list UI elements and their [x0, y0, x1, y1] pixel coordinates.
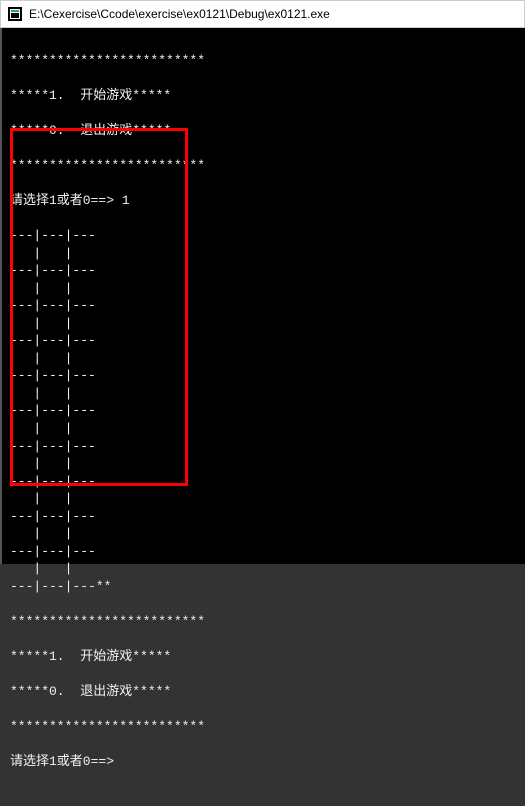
- game-board: ---|---|--- | | ---|---|--- | | ---|---|…: [10, 227, 517, 595]
- board-sep: ---|---|---: [10, 332, 517, 350]
- board-sep: ---|---|---: [10, 402, 517, 420]
- board-cell-row: | |: [10, 490, 517, 508]
- menu-border-top-2: *************************: [10, 613, 517, 631]
- board-cell-row: | |: [10, 455, 517, 473]
- menu-exit-option-2: *****0. 退出游戏*****: [10, 683, 517, 701]
- board-cell-row: | |: [10, 315, 517, 333]
- board-cell-row: | |: [10, 560, 517, 578]
- title-bar[interactable]: E:\Cexercise\Ccode\exercise\ex0121\Debug…: [0, 0, 525, 28]
- board-cell-row: | |: [10, 525, 517, 543]
- menu-border-bottom: *************************: [10, 157, 517, 175]
- menu-exit-option: *****0. 退出游戏*****: [10, 122, 517, 140]
- app-icon: [7, 6, 23, 22]
- console-output: ************************* *****1. 开始游戏**…: [0, 28, 525, 564]
- board-sep: ---|---|---: [10, 367, 517, 385]
- board-sep: ---|---|---: [10, 297, 517, 315]
- board-sep: ---|---|---: [10, 438, 517, 456]
- board-cell-row: | |: [10, 385, 517, 403]
- board-cell-row: | |: [10, 350, 517, 368]
- board-sep: ---|---|---: [10, 473, 517, 491]
- board-sep: ---|---|---: [10, 262, 517, 280]
- menu-border-bottom-2: *************************: [10, 718, 517, 736]
- board-sep: ---|---|---: [10, 227, 517, 245]
- prompt-line-1: 请选择1或者0==> 1: [10, 192, 517, 210]
- window-title: E:\Cexercise\Ccode\exercise\ex0121\Debug…: [29, 7, 330, 21]
- prompt-line-2: 请选择1或者0==>: [10, 753, 517, 771]
- board-cell-row: | |: [10, 245, 517, 263]
- board-sep-tail: ---|---|---**: [10, 578, 517, 596]
- menu-start-option-2: *****1. 开始游戏*****: [10, 648, 517, 666]
- board-sep: ---|---|---: [10, 508, 517, 526]
- board-cell-row: | |: [10, 420, 517, 438]
- board-sep: ---|---|---: [10, 543, 517, 561]
- menu-start-option: *****1. 开始游戏*****: [10, 87, 517, 105]
- menu-border-top: *************************: [10, 52, 517, 70]
- board-cell-row: | |: [10, 280, 517, 298]
